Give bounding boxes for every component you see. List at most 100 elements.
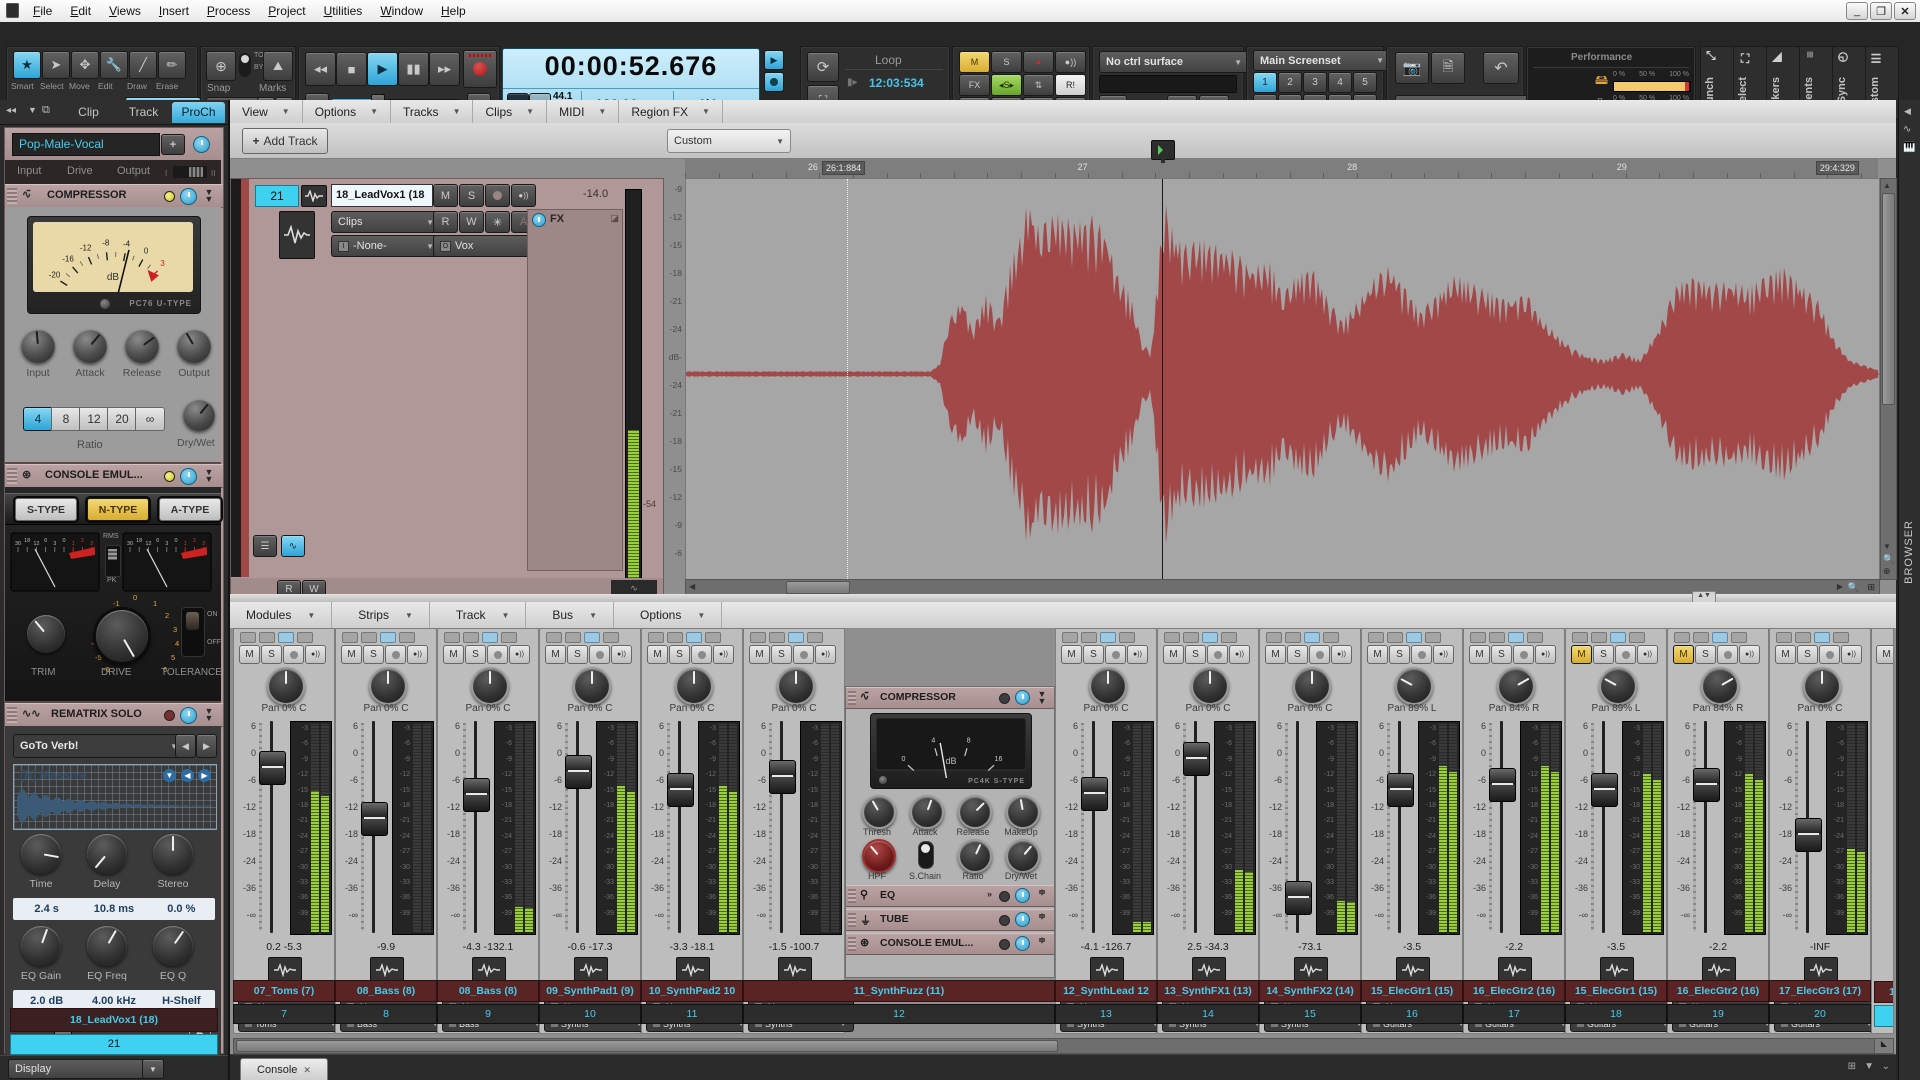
console-corner-button[interactable]: ◣: [1874, 1038, 1894, 1054]
strip-number-box[interactable]: 13: [1055, 1004, 1157, 1024]
strip-io-button[interactable]: [380, 632, 396, 643]
rewind-button[interactable]: ◂◂: [305, 52, 336, 86]
browser-pane-collapsed[interactable]: ◀ ∿ 🎹 BROWSER: [1898, 100, 1920, 1080]
strip-interleave-button[interactable]: [1795, 632, 1811, 643]
strip-interleave-button[interactable]: [1693, 632, 1709, 643]
strip-echo-button[interactable]: ●)): [509, 645, 530, 664]
strip-phase-button[interactable]: [1572, 632, 1588, 643]
tv-menu-tracks[interactable]: Tracks▼: [391, 100, 473, 123]
mixer-strip[interactable]: MS●))Pan 89% L60-6-12-18-24-36-∞ -3-6-9-…: [1565, 628, 1667, 1034]
screenset-4-button[interactable]: 4: [1328, 72, 1352, 93]
strip-send-button[interactable]: [399, 632, 415, 643]
strip-number-box[interactable]: 9: [437, 1004, 539, 1024]
console-menu-track[interactable]: Track▼: [440, 602, 526, 628]
strip-echo-button[interactable]: ●)): [1433, 645, 1454, 664]
strip-interleave-button[interactable]: [463, 632, 479, 643]
track-solo-button[interactable]: S: [459, 184, 484, 207]
display-arrow-button[interactable]: ▼: [142, 1059, 164, 1079]
strip-pan-readout[interactable]: Pan 0% C: [540, 703, 640, 714]
v-scroll-handle[interactable]: [1882, 193, 1895, 405]
menu-process[interactable]: Process: [198, 2, 259, 20]
tv-menu-clips[interactable]: Clips▼: [473, 100, 547, 123]
track-lanes-button[interactable]: ☰: [253, 535, 277, 557]
tv-menu-options[interactable]: Options▼: [303, 100, 391, 123]
strip-volume-readout[interactable]: -4.1 -126.7: [1056, 941, 1156, 953]
strip-arm-button[interactable]: [691, 645, 712, 664]
console-menu-bus[interactable]: Bus▼: [536, 602, 614, 628]
track-name-field[interactable]: 18_LeadVox1 (18: [331, 184, 433, 207]
strip-send-button[interactable]: [1527, 632, 1543, 643]
strip-number-box[interactable]: 18: [1565, 1004, 1667, 1024]
inspector-tab-clip[interactable]: Clip: [62, 102, 115, 123]
strip-echo-button[interactable]: ●)): [815, 645, 836, 664]
tool-edit-button[interactable]: 🔧: [100, 51, 128, 79]
pro-console-emu-header[interactable]: ⊛ CONSOLE EMUL... ≑: [846, 933, 1054, 955]
pro-comp-makeup-knob[interactable]: [1006, 795, 1040, 829]
track-mute-button[interactable]: M: [433, 184, 458, 207]
strip-pan-knob[interactable]: [1803, 667, 1841, 705]
strip-number-box[interactable]: 19: [1667, 1004, 1769, 1024]
strip-echo-button[interactable]: ●)): [1535, 645, 1556, 664]
add-module-button[interactable]: +: [161, 134, 185, 155]
strip-pan-knob[interactable]: [777, 667, 815, 705]
solo-all-button[interactable]: S: [991, 51, 1022, 73]
mixer-strip[interactable]: MS●))Pan 0% C60-6-12-18-24-36-∞ -3-6-9-1…: [539, 628, 641, 1034]
h-scroll-handle[interactable]: [786, 581, 850, 594]
tv-menu-midi[interactable]: MIDI▼: [547, 100, 619, 123]
strip-fader-handle[interactable]: [1081, 777, 1108, 811]
menu-help[interactable]: Help: [432, 2, 475, 20]
strip-volume-readout[interactable]: -3.5: [1566, 941, 1666, 953]
strip-send-button[interactable]: [1221, 632, 1237, 643]
strip-pan-readout[interactable]: Pan 0% C: [1158, 703, 1258, 714]
strip-mute-button[interactable]: M: [443, 645, 464, 664]
strip-pan-knob[interactable]: [1599, 667, 1637, 705]
strip-mute-button[interactable]: M: [545, 645, 566, 664]
drywet-knob[interactable]: [183, 399, 215, 431]
pro-comp-drywet-knob[interactable]: [1006, 839, 1040, 873]
menu-utilities[interactable]: Utilities: [315, 2, 372, 20]
drag-handle-icon[interactable]: [7, 707, 17, 723]
strip-name-box[interactable]: 18: [1874, 981, 1894, 1003]
strip-pan-readout[interactable]: Pan 0% C: [642, 703, 742, 714]
custom-widths-dropdown[interactable]: Custom▼: [667, 129, 791, 153]
reverb-value[interactable]: 0.0 %: [148, 898, 215, 920]
strip-name-box[interactable]: 13_SynthFX1 (13): [1157, 980, 1259, 1002]
strip-echo-button[interactable]: ●)): [1331, 645, 1352, 664]
track-input-echo-button[interactable]: ●)): [511, 184, 536, 207]
console-emulator-header[interactable]: ⊛ CONSOLE EMUL... ▼▼: [5, 464, 223, 488]
strip-phase-button[interactable]: [444, 632, 460, 643]
fx-global-button[interactable]: FX: [959, 74, 990, 96]
strip-solo-button[interactable]: S: [465, 645, 486, 664]
compressor-led[interactable]: [164, 191, 175, 202]
strip-name-box[interactable]: 15_ElecGtr1 (15): [1361, 980, 1463, 1002]
tool-draw-button[interactable]: ╱: [129, 51, 157, 79]
dock-expand-icon[interactable]: ⌄: [1882, 1061, 1890, 1072]
strip-name-box[interactable]: 16_ElecGtr2 (16): [1667, 980, 1769, 1002]
strip-fader-handle[interactable]: [667, 773, 694, 807]
drag-handle-icon[interactable]: [848, 937, 856, 951]
strip-fader-handle[interactable]: [1489, 768, 1516, 802]
strip-io-button[interactable]: [1814, 632, 1830, 643]
tv-menu-region-fx[interactable]: Region FX▼: [619, 100, 723, 123]
strip-pan-readout[interactable]: Pan 84% R: [1668, 703, 1768, 714]
restore-button[interactable]: ❐: [1870, 2, 1892, 20]
strip-echo-button[interactable]: ●)): [1127, 645, 1148, 664]
strip-pan-knob[interactable]: [1293, 667, 1331, 705]
strip-fader-handle[interactable]: [1285, 881, 1312, 915]
add-track-button[interactable]: +Add Track: [242, 128, 328, 154]
strip-interleave-button[interactable]: [1387, 632, 1403, 643]
strip-phase-button[interactable]: [1062, 632, 1078, 643]
pro-eq-header[interactable]: ⚲ EQ » ≑: [846, 885, 1054, 907]
flow-slider[interactable]: [173, 166, 207, 178]
drag-handle-icon[interactable]: [7, 188, 17, 204]
input-echo-all-button[interactable]: ●)): [1055, 51, 1086, 73]
flow-output-label[interactable]: Output: [117, 165, 150, 177]
strip-io-button[interactable]: [1100, 632, 1116, 643]
strip-phase-button[interactable]: [1266, 632, 1282, 643]
strip-pan-knob[interactable]: [573, 667, 611, 705]
compressor-module-header[interactable]: ∿̄ COMPRESSOR ▼▼: [5, 184, 223, 208]
snap-grid-button[interactable]: ⊕: [206, 51, 236, 81]
strip-send-button[interactable]: [1629, 632, 1645, 643]
strip-solo-button[interactable]: S: [669, 645, 690, 664]
pro-comp-hpf-knob[interactable]: [862, 839, 896, 873]
